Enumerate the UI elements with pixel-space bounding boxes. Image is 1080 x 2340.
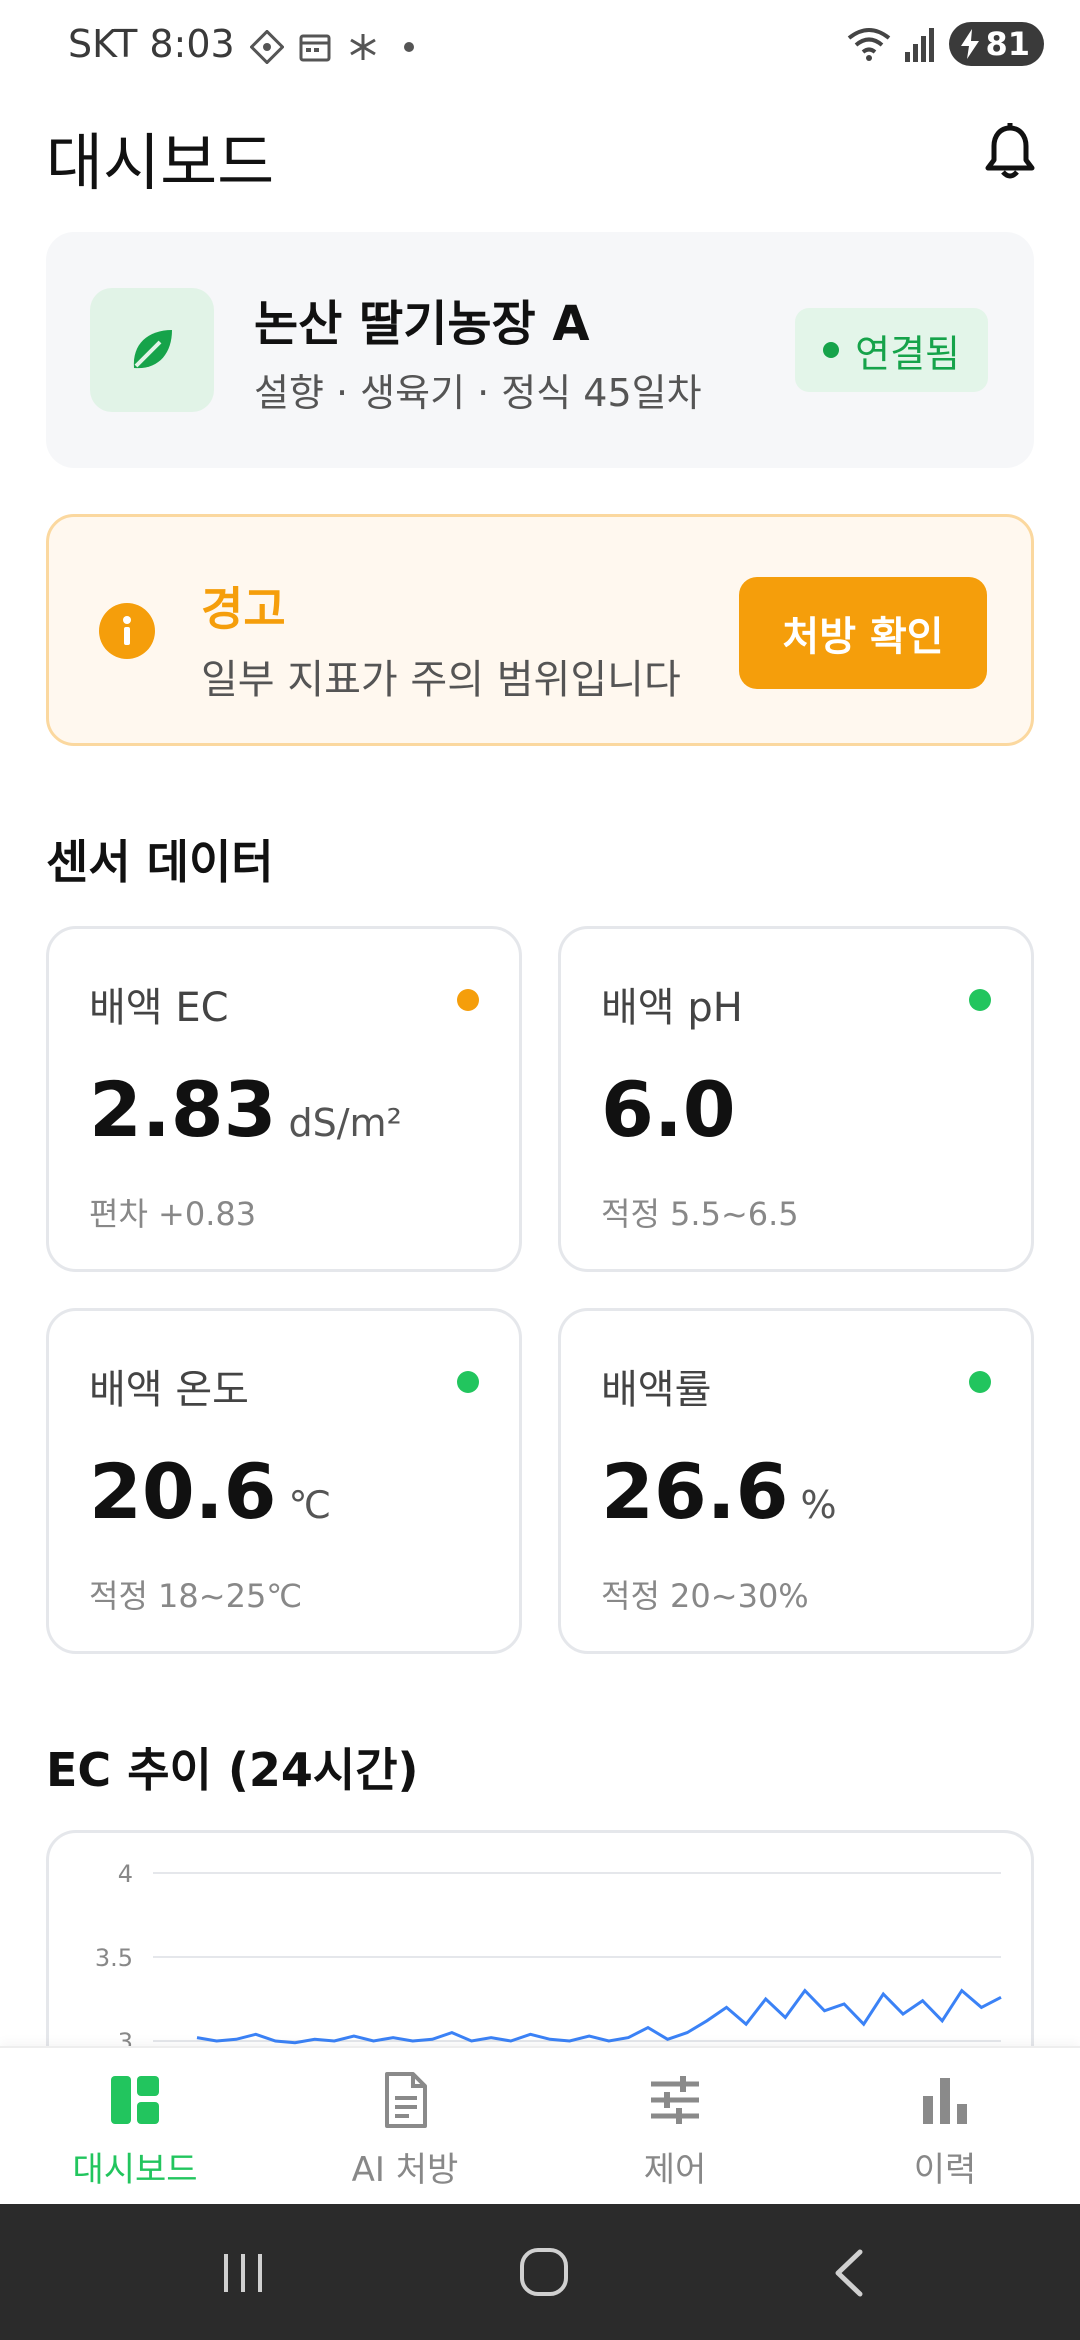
sensor-footnote: 편차 +0.83 xyxy=(89,1195,257,1233)
sensor-unit: ℃ xyxy=(288,1483,332,1527)
bell-icon[interactable] xyxy=(982,122,1038,182)
sensor-label: 배액 EC xyxy=(89,985,229,1031)
farm-subtitle: 설향 · 생육기 · 정식 45일차 xyxy=(254,371,702,415)
home-icon[interactable] xyxy=(516,2244,572,2300)
sensor-footnote: 적정 20~30% xyxy=(601,1577,809,1615)
status-time: SKT 8:03 xyxy=(68,22,235,66)
battery-level: 81 xyxy=(985,25,1030,63)
recent-apps-icon[interactable] xyxy=(218,2248,268,2298)
sensor-card-ph[interactable]: 배액 pH 6.0 적정 5.5~6.5 xyxy=(558,926,1034,1272)
sensor-unit: dS/m² xyxy=(288,1101,402,1145)
sensor-value: 20.6 xyxy=(89,1447,277,1536)
battery-indicator: 81 xyxy=(949,22,1044,66)
status-notification-icons xyxy=(250,30,414,64)
nav-item-history[interactable]: 이력 xyxy=(810,2070,1080,2191)
sensor-card-drain-rate[interactable]: 배액률 26.6 % 적정 20~30% xyxy=(558,1308,1034,1654)
chart-section-title: EC 추이 (24시간) xyxy=(46,1743,419,1797)
nav-item-control[interactable]: 제어 xyxy=(540,2070,810,2191)
chart-y-tick-label: 3.5 xyxy=(95,1944,133,1972)
sensor-value: 6.0 xyxy=(601,1065,736,1154)
more-notifications-dot xyxy=(404,42,414,52)
bottom-navigation: 대시보드 AI 처방 제어 이력 xyxy=(0,2046,1080,2206)
status-system-icons: 81 xyxy=(845,22,1044,66)
sensor-card-temperature[interactable]: 배액 온도 20.6 ℃ 적정 18~25℃ xyxy=(46,1308,522,1654)
sensor-unit: % xyxy=(800,1483,837,1527)
system-navigation-bar xyxy=(0,2204,1080,2340)
signal-icon xyxy=(905,28,935,62)
connection-status-badge: 연결됨 xyxy=(795,308,988,392)
snowflake-icon xyxy=(350,34,376,60)
farm-icon-box xyxy=(90,288,214,412)
sensor-card-ec[interactable]: 배액 EC 2.83 dS/m² 편차 +0.83 xyxy=(46,926,522,1272)
chart-y-tick-label: 4 xyxy=(118,1860,133,1888)
back-icon[interactable] xyxy=(826,2246,876,2300)
sensor-value: 2.83 xyxy=(89,1065,277,1154)
sensor-label: 배액 온도 xyxy=(89,1367,249,1413)
farm-name: 논산 딸기농장 A xyxy=(254,296,590,352)
sliders-icon xyxy=(651,2076,699,2124)
nav-item-ai-prescription[interactable]: AI 처방 xyxy=(270,2070,540,2191)
nav-item-dashboard[interactable]: 대시보드 xyxy=(0,2070,270,2191)
sensor-label: 배액률 xyxy=(601,1367,712,1413)
dashboard-icon xyxy=(111,2076,159,2124)
leaf-icon xyxy=(133,330,172,369)
page-title: 대시보드 xyxy=(46,126,275,199)
nav-label: 이력 xyxy=(913,2150,977,2190)
alert-card: 경고 일부 지표가 주의 범위입니다 처방 확인 xyxy=(46,514,1034,746)
charging-icon xyxy=(961,29,980,59)
status-bar: SKT 8:03 81 xyxy=(0,0,1080,92)
farm-card[interactable]: 논산 딸기농장 A 설향 · 생육기 · 정식 45일차 연결됨 xyxy=(46,232,1034,468)
document-icon xyxy=(385,2072,427,2128)
sensor-footnote: 적정 5.5~6.5 xyxy=(601,1195,799,1233)
sensor-section-title: 센서 데이터 xyxy=(46,835,274,889)
nav-label: 대시보드 xyxy=(72,2150,198,2190)
sensor-footnote: 적정 18~25℃ xyxy=(89,1577,303,1615)
sensor-status-dot xyxy=(969,989,991,1011)
sensor-status-dot xyxy=(969,1371,991,1393)
calendar-icon xyxy=(299,34,331,62)
nav-label: 제어 xyxy=(643,2150,707,2190)
bar-chart-icon xyxy=(923,2078,967,2124)
info-icon xyxy=(99,603,155,659)
sensor-label: 배액 pH xyxy=(601,985,743,1031)
view-prescription-button[interactable]: 처방 확인 xyxy=(739,577,987,689)
sensor-value: 26.6 xyxy=(601,1447,789,1536)
wifi-icon xyxy=(848,28,891,61)
sensor-status-dot xyxy=(457,1371,479,1393)
alert-title: 경고 xyxy=(201,582,286,636)
nav-label: AI 처방 xyxy=(351,2150,459,2190)
connection-status-label: 연결됨 xyxy=(855,331,960,376)
sensor-status-dot xyxy=(457,989,479,1011)
sync-icon xyxy=(250,30,284,64)
alert-message: 일부 지표가 주의 범위입니다 xyxy=(201,657,681,703)
status-dot xyxy=(823,342,840,358)
chart-series-line xyxy=(196,1988,1002,2045)
